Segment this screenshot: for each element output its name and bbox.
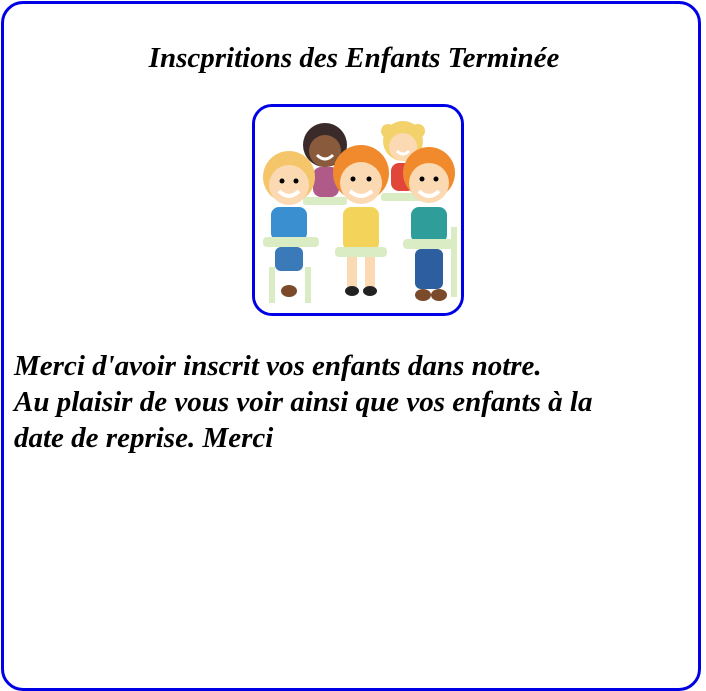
message-line-3: date de reprise. Merci [14, 422, 274, 454]
message-line-2: Au plaisir de vous voir ainsi que vos en… [14, 386, 593, 418]
thank-you-message: Merci d'avoir inscrit vos enfants dans n… [14, 348, 700, 456]
confirmation-card: Inscpritions des Enfants Terminée Merci … [1, 1, 701, 691]
message-line-1: Merci d'avoir inscrit vos enfants dans n… [14, 350, 542, 382]
children-in-class-icon [255, 107, 461, 313]
children-illustration [252, 104, 464, 316]
page-title: Inscpritions des Enfants Terminée [148, 42, 560, 74]
